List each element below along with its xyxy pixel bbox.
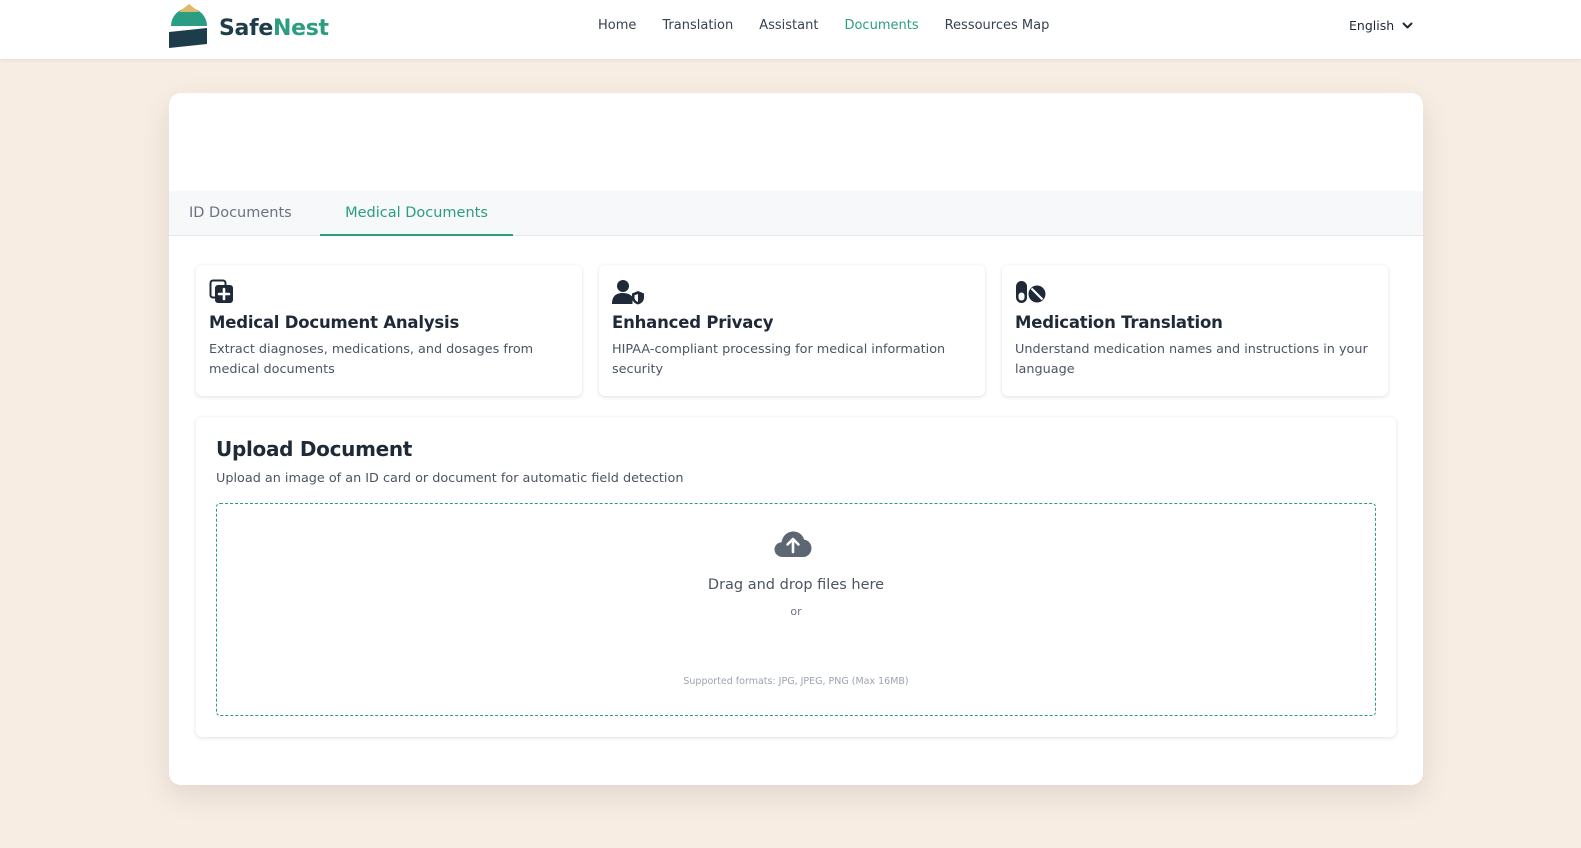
file-dropzone[interactable]: Drag and drop files here or Supported fo… xyxy=(216,503,1376,716)
document-tabs: ID Documents Medical Documents xyxy=(169,191,1423,236)
chevron-down-icon xyxy=(1402,22,1413,28)
dropzone-title: Drag and drop files here xyxy=(707,577,885,593)
feature-description: Extract diagnoses, medications, and dosa… xyxy=(209,342,534,377)
nav-home[interactable]: Home xyxy=(598,18,636,33)
nav-ressources-map[interactable]: Ressources Map xyxy=(945,18,1050,33)
main-nav: Home Translation Assistant Documents Res… xyxy=(598,18,1075,33)
feature-description: Understand medication names and instruct… xyxy=(1015,342,1368,377)
dropzone-or: or xyxy=(790,605,802,618)
feature-card-enhanced-privacy: Enhanced Privacy HIPAA-compliant process… xyxy=(599,265,985,396)
brand-name: SafeNest xyxy=(219,16,329,41)
top-navbar: SafeNest Home Translation Assistant Docu… xyxy=(0,0,1581,59)
nav-translation[interactable]: Translation xyxy=(662,18,733,33)
safenest-logo-icon xyxy=(167,2,211,54)
tab-medical-documents[interactable]: Medical Documents xyxy=(320,191,513,236)
supported-formats: Supported formats: JPG, JPEG, PNG (Max 1… xyxy=(683,676,909,687)
brand-name-part2: Nest xyxy=(272,15,329,41)
feature-title: Medication Translation xyxy=(1015,313,1223,332)
user-shield-icon xyxy=(612,280,644,305)
tab-id-documents[interactable]: ID Documents xyxy=(189,191,292,236)
language-label: English xyxy=(1349,18,1395,33)
brand-name-part1: Safe xyxy=(219,15,273,41)
feature-title: Medical Document Analysis xyxy=(209,313,460,332)
medical-file-icon xyxy=(209,279,233,303)
feature-description: HIPAA-compliant processing for medical i… xyxy=(612,342,946,377)
upload-title: Upload Document xyxy=(216,437,413,461)
upload-subtitle: Upload an image of an ID card or documen… xyxy=(216,471,684,486)
pills-icon xyxy=(1016,281,1046,303)
upload-section: Upload Document Upload an image of an ID… xyxy=(196,417,1396,737)
documents-card: ID Documents Medical Documents Medical D… xyxy=(169,93,1423,785)
feature-card-medication-translation: Medication Translation Understand medica… xyxy=(1002,265,1388,396)
feature-title: Enhanced Privacy xyxy=(612,313,774,332)
nav-assistant[interactable]: Assistant xyxy=(759,18,818,33)
language-selector[interactable]: English xyxy=(1349,18,1413,33)
nav-documents[interactable]: Documents xyxy=(844,18,918,33)
feature-card-medical-analysis: Medical Document Analysis Extract diagno… xyxy=(196,265,582,396)
cloud-upload-icon xyxy=(774,531,812,557)
brand[interactable]: SafeNest xyxy=(167,4,329,52)
